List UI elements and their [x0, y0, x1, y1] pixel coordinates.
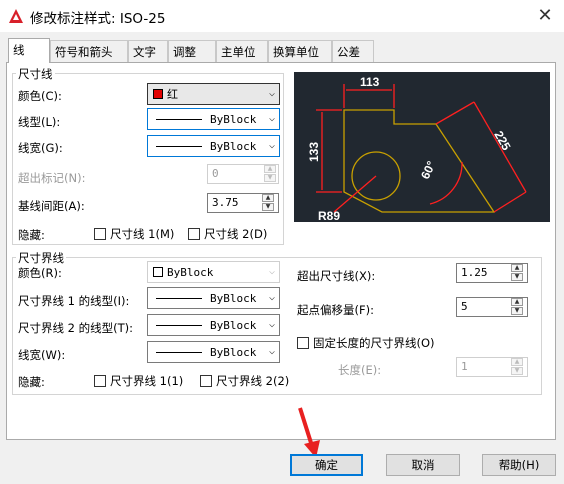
dim-color-label: 颜色(C):	[18, 89, 62, 103]
dim-lineweight-select[interactable]: ByBlock ⌵	[147, 135, 280, 157]
cancel-button[interactable]: 取消	[386, 454, 460, 476]
red-arrow-annotation-icon	[298, 407, 320, 458]
suppress-dim-line-2-checkbox[interactable]: 尺寸线 2(D)	[188, 226, 267, 242]
dim-linetype-value: ByBlock	[210, 112, 257, 126]
checkbox-box	[188, 228, 200, 240]
tab-tolerances[interactable]: 公差	[332, 40, 374, 62]
chevron-down-icon: ⌵	[268, 113, 275, 124]
chevron-down-icon: ⌵	[268, 346, 275, 357]
dim-baseline-spinner[interactable]: ▲ ▼	[262, 194, 276, 212]
dim-lineweight-value: ByBlock	[210, 139, 257, 153]
dim-linetype-select[interactable]: ByBlock ⌵	[147, 108, 280, 130]
fixed-length-checkbox[interactable]: 固定长度的尺寸界线(O)	[297, 335, 435, 351]
title-bar: 修改标注样式: ISO-25 ✕	[0, 0, 564, 32]
chevron-down-icon: ⌵	[268, 319, 275, 330]
ext-linetype1-label: 尺寸界线 1 的线型(I):	[18, 294, 130, 308]
preview-dim-top: 113	[360, 75, 380, 89]
ext-color-value: ByBlock	[167, 265, 214, 279]
ext-lineweight-value: ByBlock	[210, 345, 257, 359]
ext-linetype2-label: 尺寸界线 2 的线型(T):	[18, 321, 133, 335]
red-swatch-icon	[153, 89, 163, 99]
line-sample	[156, 324, 202, 326]
tab-lines[interactable]: 线	[8, 38, 50, 63]
autocad-app-icon	[9, 9, 23, 23]
tab-text[interactable]: 文字	[128, 40, 168, 62]
ext-lines-group-title: 尺寸界线	[16, 250, 66, 266]
tab-bar: 线 符号和箭头 文字 调整 主单位 换算单位 公差	[8, 38, 556, 63]
fixed-length-label: 固定长度的尺寸界线(O)	[313, 336, 435, 350]
chevron-down-icon: ⌵	[268, 140, 275, 151]
tab-alternate-units[interactable]: 换算单位	[268, 40, 332, 62]
ext-color-label: 颜色(R):	[18, 266, 62, 280]
ext-beyond-label: 超出尺寸线(X):	[297, 269, 376, 283]
tab-primary-units[interactable]: 主单位	[216, 40, 268, 62]
suppress-dim-line-1-label: 尺寸线 1(M)	[110, 227, 175, 241]
suppress-dim-line-1-checkbox[interactable]: 尺寸线 1(M)	[94, 226, 174, 242]
help-button[interactable]: 帮助(H)	[482, 454, 556, 476]
dimension-preview: 113 133 225 60° R89	[294, 72, 550, 222]
chevron-down-icon: ⌵	[268, 88, 275, 99]
preview-geometry	[343, 109, 496, 213]
ext-offset-spinner[interactable]: ▲ ▼	[511, 298, 525, 316]
ext-lineweight-label: 线宽(W):	[18, 348, 66, 362]
suppress-dim-line-2-label: 尺寸线 2(D)	[204, 227, 268, 241]
checkbox-box	[200, 375, 212, 387]
dim-lineweight-label: 线宽(G):	[18, 141, 63, 155]
ok-button[interactable]: 确定	[290, 454, 363, 476]
checkbox-box	[94, 228, 106, 240]
tab-symbols-arrows[interactable]: 符号和箭头	[50, 40, 128, 62]
dim-baseline-label: 基线间距(A):	[18, 199, 85, 213]
suppress-ext-line-2-checkbox[interactable]: 尺寸界线 2(2)	[200, 373, 289, 389]
ext-linetype1-select[interactable]: ByBlock ⌵	[147, 287, 280, 309]
suppress-ext-line-1-checkbox[interactable]: 尺寸界线 1(1)	[94, 373, 183, 389]
preview-dimensions	[316, 84, 527, 213]
ext-lineweight-select[interactable]: ByBlock ⌵	[147, 341, 280, 363]
line-sample	[156, 118, 202, 120]
line-sample	[156, 145, 202, 147]
ext-length-spinner[interactable]: ▲ ▼	[511, 358, 525, 376]
ext-linetype2-value: ByBlock	[210, 318, 257, 332]
ext-color-select[interactable]: ByBlock ⌵	[147, 261, 280, 283]
line-sample	[156, 351, 202, 353]
checkbox-box	[297, 337, 309, 349]
dim-extend-spinner[interactable]: ▲ ▼	[264, 165, 278, 183]
dim-suppress-label: 隐藏:	[18, 228, 45, 242]
preview-dim-right: 225	[491, 129, 513, 154]
ext-offset-label: 起点偏移量(F):	[297, 303, 374, 317]
ext-beyond-spinner[interactable]: ▲ ▼	[511, 264, 525, 282]
chevron-down-icon: ⌵	[268, 266, 275, 277]
dim-linetype-label: 线型(L):	[18, 115, 61, 129]
tab-fit[interactable]: 调整	[168, 40, 216, 62]
checkbox-box	[94, 375, 106, 387]
white-swatch-icon	[153, 267, 163, 277]
dim-color-select[interactable]: 红 ⌵	[147, 83, 280, 105]
dim-extend-label: 超出标记(N):	[18, 171, 86, 185]
dim-lines-group-title: 尺寸线	[16, 66, 55, 82]
dim-color-value: 红	[167, 89, 178, 101]
preview-dim-left: 133	[307, 142, 321, 162]
close-icon[interactable]: ✕	[530, 2, 560, 28]
window-title: 修改标注样式: ISO-25	[30, 11, 166, 27]
ext-linetype1-value: ByBlock	[210, 291, 257, 305]
ext-length-label: 长度(E):	[338, 363, 382, 377]
ext-linetype2-select[interactable]: ByBlock ⌵	[147, 314, 280, 336]
line-sample	[156, 297, 202, 299]
ext-suppress-label: 隐藏:	[18, 375, 45, 389]
preview-radius: R89	[318, 209, 340, 222]
suppress-ext-line-1-label: 尺寸界线 1(1)	[110, 374, 184, 388]
chevron-down-icon: ⌵	[268, 292, 275, 303]
preview-angle: 60°	[418, 159, 438, 182]
suppress-ext-line-2-label: 尺寸界线 2(2)	[216, 374, 290, 388]
